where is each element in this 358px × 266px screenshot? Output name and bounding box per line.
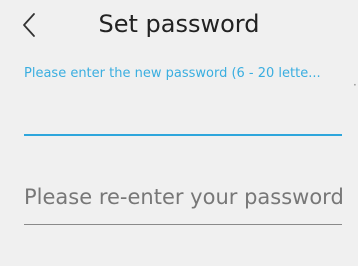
back-button[interactable] (14, 8, 44, 42)
new-password-underline (24, 134, 342, 136)
confirm-password-underline (24, 224, 342, 225)
set-password-screen: Set password Please enter the new passwo… (0, 0, 358, 266)
confirm-password-field (24, 172, 342, 232)
new-password-input[interactable] (24, 88, 342, 134)
page-title: Set password (98, 10, 260, 38)
new-password-field: Please enter the new password (6 - 20 le… (24, 64, 342, 144)
new-password-hint: Please enter the new password (6 - 20 le… (24, 66, 321, 81)
header-bar: Set password (0, 0, 358, 50)
scroll-indicator: · (353, 78, 357, 92)
confirm-password-input[interactable] (24, 172, 342, 222)
chevron-left-icon (23, 13, 35, 37)
